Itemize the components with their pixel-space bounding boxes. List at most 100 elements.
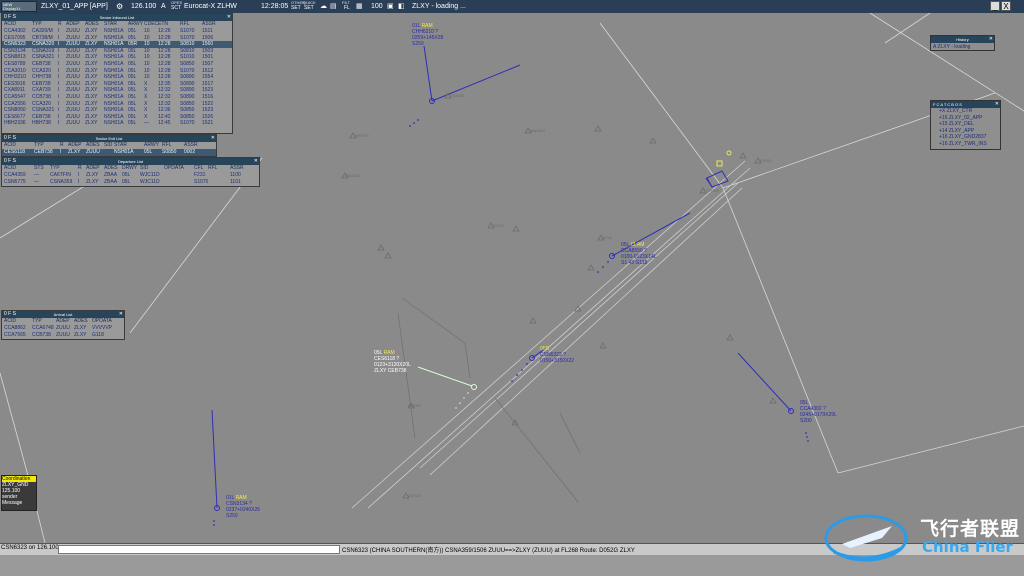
column-header[interactable]: ETN <box>158 21 180 28</box>
close-button[interactable]: X <box>1001 1 1011 11</box>
column-header[interactable]: STS <box>34 165 50 172</box>
column-header[interactable]: STAR <box>114 142 144 149</box>
table-row[interactable]: CCA4302 CA320/M I ZUUU ZLXY NSH01A 05L 10 12:26 S… <box>2 28 232 35</box>
table-row[interactable]: CXA8911 CXA739 I ZUUU ZLXY NSH01A 05L X 12:32 S08… <box>2 87 232 94</box>
history-window[interactable]: History ✕ A ZLXY - loading <box>930 35 995 51</box>
panel-titlebar[interactable]: 0 F S Arrival List ✕ <box>2 311 124 318</box>
select-icon[interactable]: ◧ <box>398 0 405 13</box>
column-header[interactable]: RFL <box>180 21 202 28</box>
column-header[interactable]: ADEP <box>68 142 86 149</box>
table-row[interactable]: CCA7565 CCB738 ZUUU ZLXY G118 <box>2 332 124 339</box>
command-input[interactable] <box>58 545 340 554</box>
panel-controls[interactable]: 0 F S <box>4 14 16 21</box>
session-name[interactable]: ZLXY_01_APP [APP] <box>41 0 108 13</box>
column-header[interactable]: ACID <box>4 142 34 149</box>
set-button-2[interactable]: SET <box>304 6 314 11</box>
table-row[interactable]: CES3916 CEB738 I ZUUU ZLXY NSH01A 05L X 12:35 S08… <box>2 81 232 88</box>
table-row[interactable]: CCA5547 CCB738 I ZUUU ZLXY NSH01A 05L X 12:32 S08… <box>2 94 232 101</box>
close-icon[interactable]: ✕ <box>254 158 258 165</box>
column-header[interactable]: ARWY <box>144 142 162 149</box>
column-header[interactable]: CFL <box>194 165 208 172</box>
table-row[interactable]: HBH2336 HBH738 I ZUUU ZLXY NSH01A 05L — 12:45 S10… <box>2 120 232 127</box>
layers-icon[interactable]: ▦ <box>356 0 363 13</box>
column-header[interactable]: R <box>60 142 68 149</box>
column-header[interactable]: ADEP <box>56 318 74 325</box>
panel-controls[interactable]: 0 F S <box>4 311 16 318</box>
panel-titlebar[interactable]: 0 F S Sector Exit List ✕ <box>2 135 216 142</box>
column-header[interactable]: ADES <box>86 142 104 149</box>
column-header[interactable]: SID <box>104 142 114 149</box>
table-row[interactable]: CSN6775 — CSNA359 I ZLXY ZBAA 05L WJC11D S1070 11… <box>2 179 259 186</box>
column-header[interactable]: ACID <box>4 165 34 172</box>
column-header[interactable]: ADEP <box>86 165 104 172</box>
column-header[interactable]: OPDATA <box>92 318 122 325</box>
track-label-cca4302[interactable]: 05L CCA4302 ? 0245+0179X29L S200 <box>800 400 837 424</box>
table-row[interactable]: CCA2556 CCA320 I ZUUU ZLXY NSH01A 05L X 12:32 S08… <box>2 101 232 108</box>
coordination-box[interactable]: Coordination ZLXY_GND 125.100 sender Mes… <box>1 475 37 511</box>
column-header[interactable]: R <box>58 21 66 28</box>
panel-controls[interactable]: 0 F S <box>4 135 16 142</box>
table-row[interactable]: CSN8050 CSNA321 I ZUUU ZLXY NSH01A 05L X 12:36 S0… <box>2 107 232 114</box>
column-header[interactable]: R <box>78 165 86 172</box>
panel-titlebar[interactable]: 0 F S Sector Inbound List ✕ <box>2 14 232 21</box>
panel-titlebar[interactable]: 0 F S Departure List ✕ <box>2 158 259 165</box>
panel-controls[interactable]: 0 F S <box>4 158 16 165</box>
range-value[interactable]: 100 <box>371 0 383 13</box>
track-label-csn3134[interactable]: 01L RAM CSN3134 ? 0237+0240X26 S250 <box>226 495 260 519</box>
atc-list[interactable]: F C A T C B O S ✕ +X ZLXY_CTR +16 ZLXY_02… <box>930 100 1001 150</box>
table-row[interactable]: CCA8862 CCA6748 ZUUU ZLXY VVVVVP <box>2 325 124 332</box>
table-row[interactable]: CES6677 CEB738 I ZUUU ZLXY NSH01A 05L X 12:42 S08… <box>2 114 232 121</box>
column-header[interactable]: CDEC <box>144 21 158 28</box>
weather-icon[interactable]: ☁ <box>320 0 327 13</box>
table-row[interactable]: CES7095 CB738/M I ZUUU ZLXY NSH01A 05L 10 12:28 S… <box>2 35 232 42</box>
column-header[interactable]: TYP <box>32 21 58 28</box>
table-row[interactable]: CCA4359 — CA6TFIN I ZLXY ZBAA 05L WJC11D F231 110… <box>2 172 259 179</box>
gear-icon[interactable]: ⚙ <box>116 0 123 13</box>
table-row[interactable]: CCA3010 CCA320 I ZUUU ZLXY NSH01A 05L 10 12:28 S1… <box>2 68 232 75</box>
column-header[interactable]: ADES <box>74 318 92 325</box>
close-icon[interactable]: ✕ <box>227 14 231 21</box>
app-logo[interactable]: NEW DisplayXL <box>1 1 37 12</box>
table-row[interactable]: CSN8813 CSNA321 I ZUUU ZLXY NSH01A 05L 10 12:28 S… <box>2 54 232 61</box>
close-icon[interactable]: ✕ <box>989 36 993 43</box>
filt-fl[interactable]: FL <box>344 6 350 11</box>
track-label-top[interactable]: 05L CLAM CCA8550 ? 0100-0123X14L S1 43 G11… <box>621 242 657 266</box>
column-header[interactable]: TYP <box>50 165 78 172</box>
sector-exit-list[interactable]: 0 F S Sector Exit List ✕ ACID TYP R ADEP ADE… <box>1 134 217 157</box>
column-header[interactable]: ACID <box>4 21 32 28</box>
close-icon[interactable]: ✕ <box>995 101 999 108</box>
table-row[interactable]: CHH3210 CHH738 I ZUUU ZLXY NSH01A 05L 10 12:28 S0… <box>2 74 232 81</box>
panel-controls[interactable]: F C A T C B O S <box>931 102 962 107</box>
column-header[interactable]: RFL <box>162 142 184 149</box>
column-header[interactable]: ASSR <box>230 165 248 172</box>
table-row[interactable]: CSN6323 CSNA320 I ZUUU ZLXY NSH01A 05R 10 12:28 S… <box>2 41 232 48</box>
close-icon[interactable]: ✕ <box>119 311 123 318</box>
track-label-csn6323[interactable]: 05R CSN6323 ? 0150+3150X22 <box>540 346 574 364</box>
column-header[interactable]: STAR <box>104 21 128 28</box>
table-row[interactable]: CES6118 CEB738 I ZLXY ZUUU NSH01A 05L S0850 0002 <box>2 149 216 156</box>
sector-inbound-list[interactable]: 0 F S Sector Inbound List ✕ ACID TYP R ADEP… <box>1 13 233 134</box>
column-header[interactable]: TYP <box>32 318 56 325</box>
column-header[interactable]: RFL <box>208 165 230 172</box>
track-label-chh[interactable]: 01L RAM CHH6210 ? 0259+145X28 S250 <box>412 23 443 47</box>
arrival-list[interactable]: 0 F S Arrival List ✕ ACID TYP ADEP ADES OPDA… <box>1 310 125 340</box>
column-header[interactable]: ACID <box>4 318 32 325</box>
column-header[interactable]: OPDATA <box>164 165 194 172</box>
column-header[interactable]: ADES <box>85 21 104 28</box>
column-header[interactable]: ARWY <box>128 21 144 28</box>
set-button-1[interactable]: SET <box>291 6 301 11</box>
column-header[interactable]: SID <box>140 165 164 172</box>
table-row[interactable]: CES8789 CEB738 I ZUUU ZLXY NSH01A 05L 10 12:28 S0… <box>2 61 232 68</box>
opes-sct[interactable]: SCT <box>171 6 181 11</box>
column-header[interactable]: ADEP <box>66 21 85 28</box>
panel-titlebar[interactable]: F C A T C B O S ✕ <box>931 101 1000 108</box>
table-row[interactable]: CSN3134 CSNA319 I ZUUU ZLXY NSH01A 05L 10 12:28 S… <box>2 48 232 55</box>
frequency-display[interactable]: 126.100 <box>131 0 156 13</box>
departure-list[interactable]: 0 F S Departure List ✕ ACID STS TYP R ADEP AD… <box>1 157 260 187</box>
minimize-button[interactable]: _ <box>990 1 1000 11</box>
bars-icon[interactable]: ▤ <box>330 0 337 13</box>
atc-item[interactable]: +16 ZLXY_TWR_INS <box>931 141 1000 148</box>
close-icon[interactable]: ✕ <box>211 135 215 142</box>
panel-titlebar[interactable]: History ✕ <box>931 36 994 43</box>
track-label-ces6118[interactable]: 05L RAM CES6118 ? 0123+3120X20L ZLXY CEB73… <box>374 350 411 374</box>
